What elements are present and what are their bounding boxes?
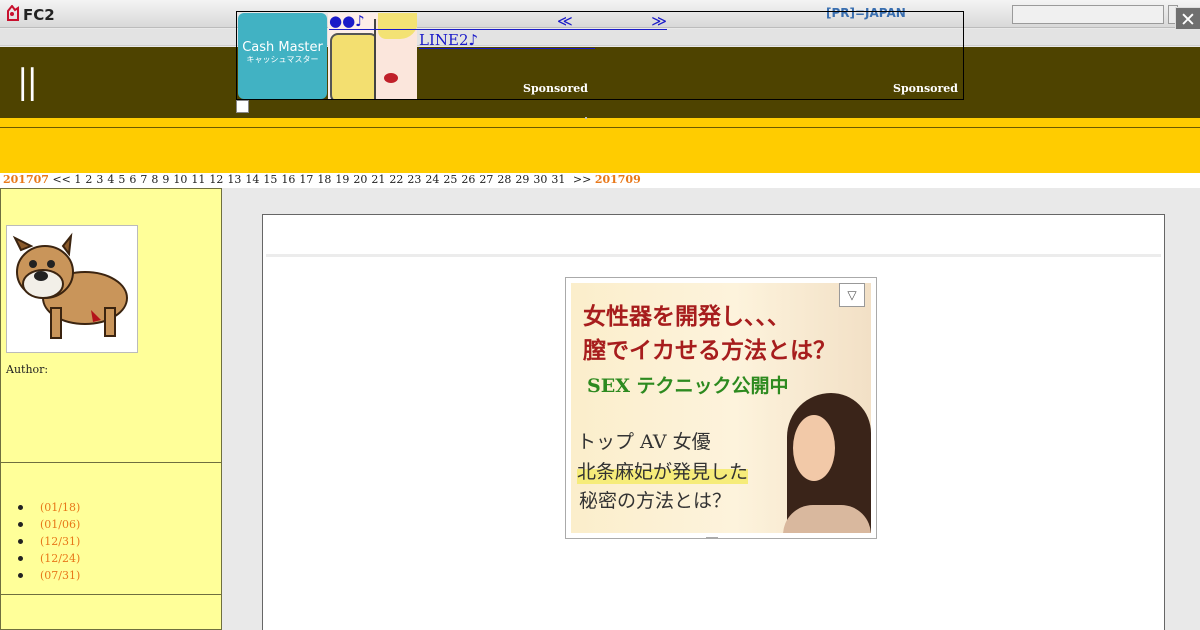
calendar-day: 11: [191, 173, 206, 186]
calendar-day: 20: [353, 173, 368, 186]
calendar-day: 21: [371, 173, 386, 186]
entry-date[interactable]: (07/31): [40, 567, 80, 584]
calendar-prev-month[interactable]: 201707: [3, 173, 49, 186]
ad-prev-button[interactable]: ≪: [557, 13, 573, 29]
calendar-day: 25: [443, 173, 458, 186]
sidebar: Author: (01/18) (01/06) (12/31) (12/24) (07/…: [0, 188, 222, 630]
calendar-day: 5: [118, 173, 126, 186]
ad-checkbox[interactable]: [236, 100, 249, 113]
banner-ad[interactable]: 女性器を開発し、、、 膣でイカせる方法とは？ SEX テクニック公開中 トップ …: [565, 277, 877, 539]
ad-nav: ≪ ≫: [557, 13, 667, 29]
calendar-day: 28: [497, 173, 512, 186]
list-item[interactable]: (01/18): [18, 499, 80, 516]
ad-logo-line2: キャッシュマスター: [246, 55, 319, 64]
band-divider: [0, 127, 1200, 128]
calendar-next-month[interactable]: 201709: [595, 173, 641, 186]
calendar-day: 17: [299, 173, 314, 186]
header-dot: [585, 117, 587, 119]
bullet-icon: [18, 556, 23, 561]
main-content: 女性器を開発し、、、 膣でイカせる方法とは？ SEX テクニック公開中 トップ …: [262, 214, 1165, 630]
calendar-day: 16: [281, 173, 296, 186]
avatar: [6, 225, 138, 353]
sponsored-label: Sponsored: [893, 82, 958, 95]
banner-text-1: トップ AV 女優: [577, 431, 711, 453]
header-ad[interactable]: Cash Master キャッシュマスター ●●♪ ≪ ≫ LINE2♪ Spo…: [236, 11, 964, 100]
woman-face: [793, 415, 835, 481]
entry-date[interactable]: (12/31): [40, 533, 80, 550]
list-item[interactable]: (12/31): [18, 533, 80, 550]
ad-link-secondary[interactable]: LINE2♪: [419, 32, 595, 49]
bullet-icon: [18, 505, 23, 510]
calendar-day: 10: [173, 173, 188, 186]
calendar-day: 8: [151, 173, 159, 186]
title-rule: [266, 254, 1161, 257]
banner-footer-mark: [706, 537, 718, 539]
banner-subhead: SEX テクニック公開中: [587, 375, 789, 397]
list-item[interactable]: (12/24): [18, 550, 80, 567]
sponsored-label: Sponsored: [523, 82, 588, 95]
banner-headline-2: 膣でイカせる方法とは？: [583, 337, 836, 364]
calendar-day: 13: [227, 173, 242, 186]
ad-logo-line1: Cash Master: [242, 40, 323, 55]
search-input[interactable]: [1012, 5, 1164, 24]
bullet-icon: [18, 522, 23, 527]
calendar-day: 12: [209, 173, 224, 186]
banner-text-3: 秘密の方法とは？: [579, 490, 732, 512]
calendar-day: 30: [533, 173, 548, 186]
calendar-day: 26: [461, 173, 476, 186]
calendar-prev-nav: <<: [52, 173, 71, 186]
calendar-day: 14: [245, 173, 260, 186]
calendar-day: 2: [85, 173, 93, 186]
calendar-day: 27: [479, 173, 494, 186]
phone-illustration: [330, 33, 378, 99]
bulldog-icon: [12, 232, 128, 339]
calendar-days: 1 2 3 4 5 6 7 8 9 10 11 12 13 14 15 16 17 18 19 20 21 22 23 24 2…: [74, 173, 569, 186]
calendar-day: 29: [515, 173, 530, 186]
recent-entries-section: (01/18) (01/06) (12/31) (12/24) (07/31): [1, 464, 221, 595]
calendar-day: 18: [317, 173, 332, 186]
calendar-day: 24: [425, 173, 440, 186]
list-item[interactable]: (07/31): [18, 567, 80, 584]
banner-text-2: 北条麻妃が発見した: [577, 457, 749, 484]
calendar-bar: 201707 << 1 2 3 4 5 6 7 8 9 10 11 12 13 14 15 16 17 18 19 2…: [0, 173, 1200, 188]
calendar-day: 1: [74, 173, 82, 186]
calendar-day: 3: [96, 173, 104, 186]
entry-date[interactable]: (01/18): [40, 499, 80, 516]
entry-date[interactable]: (01/06): [40, 516, 80, 533]
recent-entries-list: (01/18) (01/06) (12/31) (12/24) (07/31): [18, 499, 80, 584]
list-item[interactable]: (01/06): [18, 516, 80, 533]
calendar-day: 23: [407, 173, 422, 186]
calendar-day: 15: [263, 173, 278, 186]
lips-illustration: [384, 73, 398, 83]
banner-headline-1: 女性器を開発し、、、: [583, 303, 790, 330]
bullet-icon: [18, 539, 23, 544]
bullet-icon: [18, 573, 23, 578]
profile-section: Author:: [1, 189, 221, 463]
calendar-day: 9: [162, 173, 170, 186]
cash-master-logo[interactable]: Cash Master キャッシュマスター: [238, 13, 327, 99]
calendar-day: 7: [140, 173, 148, 186]
calendar-day: 19: [335, 173, 350, 186]
calendar-next-nav: >>: [572, 173, 592, 186]
header-band: [0, 118, 1200, 173]
fc2-logo-icon: [6, 4, 20, 25]
woman-body: [783, 505, 871, 533]
calendar-day: 22: [389, 173, 404, 186]
blog-title[interactable]: ||: [17, 65, 38, 99]
fc2-logo[interactable]: FC2: [6, 4, 55, 25]
adchoices-icon[interactable]: ▽: [839, 283, 865, 307]
entry-date[interactable]: (12/24): [40, 550, 80, 567]
woman-photo: [781, 393, 871, 533]
calendar-day: 4: [107, 173, 115, 186]
author-label: Author:: [6, 363, 49, 376]
banner-ad-image[interactable]: 女性器を開発し、、、 膣でイカせる方法とは？ SEX テクニック公開中 トップ …: [571, 283, 871, 533]
ad-next-button[interactable]: ≫: [651, 13, 667, 29]
calendar-day: 31: [551, 173, 566, 186]
calendar-day: 6: [129, 173, 137, 186]
fc2-logo-text: FC2: [23, 6, 55, 24]
